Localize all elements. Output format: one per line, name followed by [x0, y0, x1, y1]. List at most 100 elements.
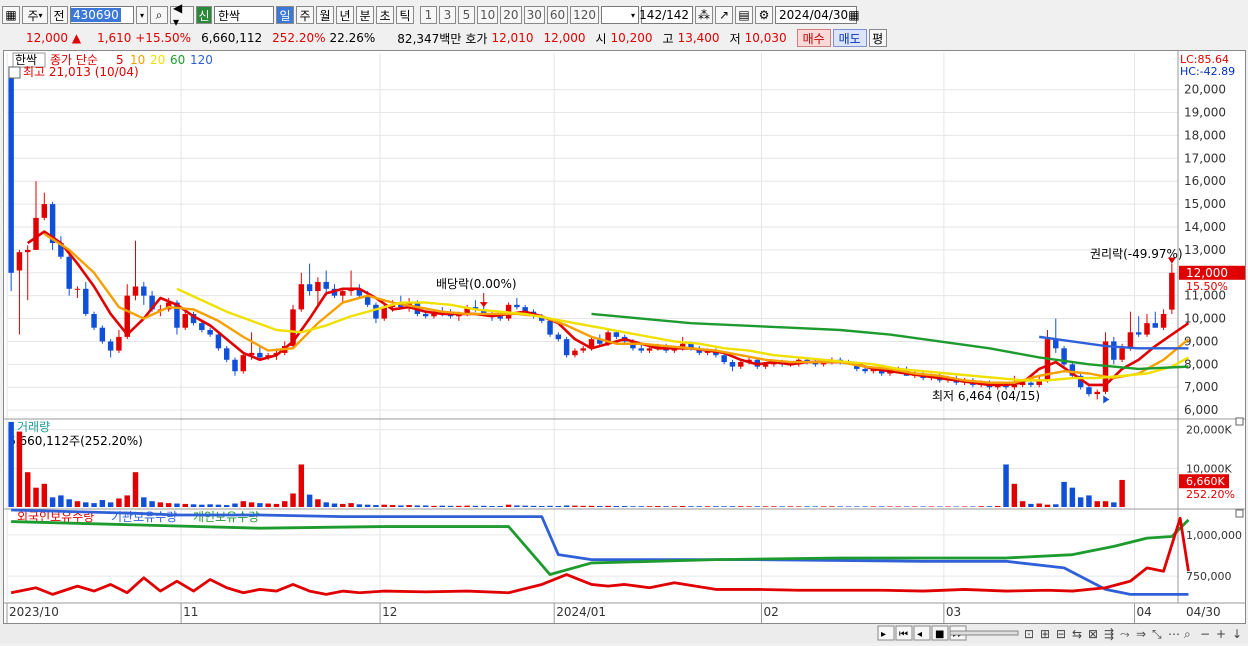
volume-bar [66, 499, 72, 507]
gear-icon[interactable]: ⚙ [755, 6, 774, 24]
volume-bar [282, 501, 288, 507]
volume-bar [613, 506, 620, 507]
interval-button-20[interactable]: 20 [500, 6, 522, 24]
volume-bar [182, 503, 188, 507]
interval-button-3[interactable]: 3 [439, 6, 456, 24]
scroll-slider[interactable] [949, 630, 1019, 636]
ma-line-20 [176, 287, 1190, 382]
volume-bar [240, 501, 247, 507]
period-button-4[interactable]: 분 [356, 6, 374, 24]
tool-icon-7[interactable]: ⇒ [1136, 627, 1146, 641]
tool-icon-9[interactable]: ⋯ [1168, 627, 1180, 641]
sell-button[interactable]: 매도 [832, 29, 867, 47]
volume-bar [953, 506, 960, 507]
price-tick-label: 7,000 [1184, 380, 1218, 394]
candle-body [141, 286, 147, 296]
period-button-5[interactable]: 초 [376, 6, 394, 24]
save-icon[interactable]: ▤ [735, 6, 754, 24]
open-price: 10,200 [610, 31, 653, 45]
tool-icon-13[interactable]: ↓ [1232, 627, 1242, 641]
candle-body [232, 359, 238, 372]
volume-bar [49, 497, 56, 507]
volume-bar [605, 505, 611, 507]
eval-button[interactable]: 평 [868, 29, 887, 47]
candle-body [1160, 313, 1167, 328]
speaker-icon[interactable]: ◀ ▾ [170, 1, 194, 29]
search-icon[interactable]: ⌕ [150, 6, 168, 24]
count-field[interactable]: 142/142 [639, 6, 694, 24]
volume-ratio: 252.20% [272, 31, 326, 45]
chart-type-select[interactable]: 주 ▾ [22, 6, 48, 24]
interval-button-30[interactable]: 30 [523, 6, 545, 24]
dividend-marker-arrow [479, 302, 488, 308]
chart-menu-icon[interactable]: ▦ [2, 6, 20, 24]
volume-bar [638, 506, 644, 507]
x-tick-label: 2024/01 [556, 605, 606, 619]
volume-bar [547, 505, 553, 507]
price-tick-label: 16,000 [1184, 174, 1226, 188]
volume-bar [1019, 501, 1026, 507]
indicator-icon[interactable]: ⁂ [695, 6, 714, 24]
tool-icon-3[interactable]: ⇆ [1072, 627, 1082, 641]
volume-bar [1011, 483, 1018, 507]
volume-bar [655, 506, 661, 507]
tool-icon-4[interactable]: ⊠ [1088, 627, 1098, 641]
tool-icon-2[interactable]: ⊟ [1056, 627, 1066, 641]
volume-tick-label: 20,000K [1186, 424, 1232, 437]
candle-body [737, 362, 744, 367]
candle-body [99, 327, 106, 342]
holdings-legend-2: 개인보유수량 [193, 510, 259, 524]
chart-area[interactable]: 6,0007,0008,0009,00010,00011,00012,00013… [3, 50, 1246, 624]
volume-bar [539, 506, 545, 507]
period-button-2[interactable]: 월 [316, 6, 334, 24]
interval-button-120[interactable]: 120 [570, 6, 600, 24]
date-field[interactable]: 2024/04/30 ▦ [775, 6, 860, 24]
period-button-0[interactable]: 일 [276, 6, 294, 24]
tool-icon-5[interactable]: ⇶ [1104, 627, 1114, 641]
volume-bar [887, 506, 893, 507]
period-button-1[interactable]: 주 [296, 6, 314, 24]
candle-body [422, 313, 429, 317]
interval-button-1[interactable]: 1 [420, 6, 437, 24]
buy-button[interactable]: 매수 [796, 29, 831, 47]
nav-icon: ▸ [881, 629, 886, 640]
tool-icon-0[interactable]: ⊡ [1024, 627, 1034, 641]
volume-bar [315, 499, 321, 507]
candle-body [563, 339, 570, 356]
period-button-6[interactable]: 틱 [396, 6, 414, 24]
period-button-3[interactable]: 년 [336, 6, 354, 24]
interval-button-5[interactable]: 5 [458, 6, 475, 24]
bottom-navigation: ▸⏮◂■▸▸⊡⊞⊟⇆⊠⇶⤳⇒⤡⋯⌕−+↓ [0, 624, 1248, 643]
draw-tool-icon[interactable]: ↗ [715, 6, 734, 24]
prev-button[interactable]: 전 [50, 6, 68, 24]
tool-icon-8[interactable]: ⤡ [1152, 627, 1162, 641]
stock-name-field[interactable]: 한싹 [214, 6, 274, 24]
code-dropdown-icon[interactable]: ▾ [136, 6, 148, 24]
volume-current-label: 6,660K [1186, 475, 1225, 488]
calendar-icon[interactable]: ▦ [848, 8, 859, 22]
candle-body [323, 281, 329, 289]
volume-bar [663, 506, 669, 507]
volume-bar [480, 505, 487, 507]
candle-body [1127, 332, 1134, 349]
candle-body [16, 252, 23, 271]
high-label: 고 [662, 31, 674, 46]
volume-close-icon [1235, 417, 1244, 426]
interval-button-60[interactable]: 60 [546, 6, 569, 24]
nav-svg: ▸⏮◂■▸▸⊡⊞⊟⇆⊠⇶⤳⇒⤡⋯⌕−+↓ [877, 625, 1242, 641]
tool-icon-11[interactable]: − [1200, 627, 1210, 641]
interval-button-10[interactable]: 10 [477, 6, 499, 24]
stock-code-input[interactable]: 430690 [70, 6, 134, 24]
x-tick-label: 03 [946, 605, 961, 619]
tool-icon-12[interactable]: + [1216, 627, 1226, 641]
interval-custom-select[interactable]: ▾ [601, 6, 640, 24]
tool-icon-10[interactable]: ⌕ [1184, 627, 1191, 641]
candle-body [8, 66, 14, 273]
candle-body [1086, 387, 1092, 395]
tool-icon-1[interactable]: ⊞ [1040, 627, 1050, 641]
volume-bar [754, 506, 761, 507]
volume-bar [514, 505, 520, 507]
tool-icon-6[interactable]: ⤳ [1120, 627, 1130, 641]
candle-body [24, 249, 31, 253]
volume-bar [439, 505, 446, 507]
